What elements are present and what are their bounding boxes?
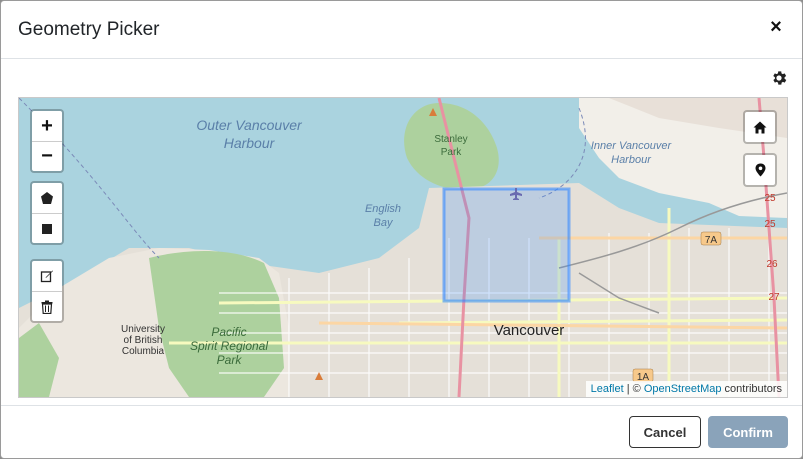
attribution-separator: | © (623, 383, 644, 395)
label-pacific-2: Spirit Regional (190, 339, 268, 353)
attribution-suffix: contributors (721, 383, 782, 395)
edit-icon (40, 270, 53, 283)
map-marker-icon (755, 163, 765, 177)
zoom-in-button[interactable]: + (32, 111, 62, 141)
shield-7a: 7A (705, 235, 718, 246)
marker-27: 27 (768, 292, 780, 303)
draw-rectangle-button[interactable] (32, 213, 62, 243)
label-pacific-3: Park (217, 353, 243, 367)
label-stanley-2: Park (441, 147, 463, 158)
trash-icon (41, 300, 53, 314)
label-ubc-2: of British (124, 335, 163, 346)
rectangle-icon (42, 223, 52, 234)
label-pacific: Pacific (211, 325, 246, 339)
gear-icon[interactable] (770, 69, 788, 87)
modal-footer: Cancel Confirm (1, 405, 802, 458)
home-icon (753, 121, 767, 133)
label-ubc-3: Columbia (122, 346, 165, 357)
map-attribution: Leaflet | © OpenStreetMap contributors (585, 381, 787, 397)
home-button[interactable] (743, 110, 777, 144)
label-english-bay: English (365, 203, 401, 215)
label-inner-harbour-2: Harbour (611, 154, 652, 166)
edit-layers-button[interactable] (32, 261, 62, 291)
label-outer-harbour: Outer Vancouver (196, 117, 303, 133)
zoom-control: + − (30, 109, 64, 173)
confirm-button[interactable]: Confirm (708, 416, 788, 448)
leaflet-link[interactable]: Leaflet (591, 383, 624, 395)
map-view[interactable]: Outer Vancouver Harbour Inner Vancouver … (18, 97, 788, 398)
polygon-icon (41, 192, 53, 204)
label-stanley: Stanley (434, 134, 467, 145)
close-icon[interactable]: × (766, 17, 786, 37)
cancel-button[interactable]: Cancel (629, 416, 701, 448)
marker-25b: 25 (764, 219, 776, 230)
label-inner-harbour: Inner Vancouver (591, 140, 673, 152)
label-ubc: University (121, 324, 165, 335)
draw-polygon-button[interactable] (32, 183, 62, 213)
label-vancouver: Vancouver (494, 322, 565, 339)
openstreetmap-link[interactable]: OpenStreetMap (644, 383, 722, 395)
marker-25a: 25 (764, 193, 776, 204)
delete-layers-button[interactable] (32, 291, 62, 321)
label-outer-harbour-2: Harbour (224, 135, 276, 151)
draw-control (30, 181, 64, 245)
marker-26: 26 (766, 259, 778, 270)
modal-title: Geometry Picker (18, 19, 160, 40)
edit-control (30, 259, 64, 323)
map-labels: Outer Vancouver Harbour Inner Vancouver … (121, 117, 780, 383)
zoom-out-button[interactable]: − (32, 141, 62, 171)
modal-header: Geometry Picker × (1, 1, 802, 59)
geometry-picker-dialog: Geometry Picker × Outer Vancouver Harbou… (0, 0, 803, 459)
label-english-bay-2: Bay (374, 217, 394, 229)
locate-button[interactable] (743, 153, 777, 187)
